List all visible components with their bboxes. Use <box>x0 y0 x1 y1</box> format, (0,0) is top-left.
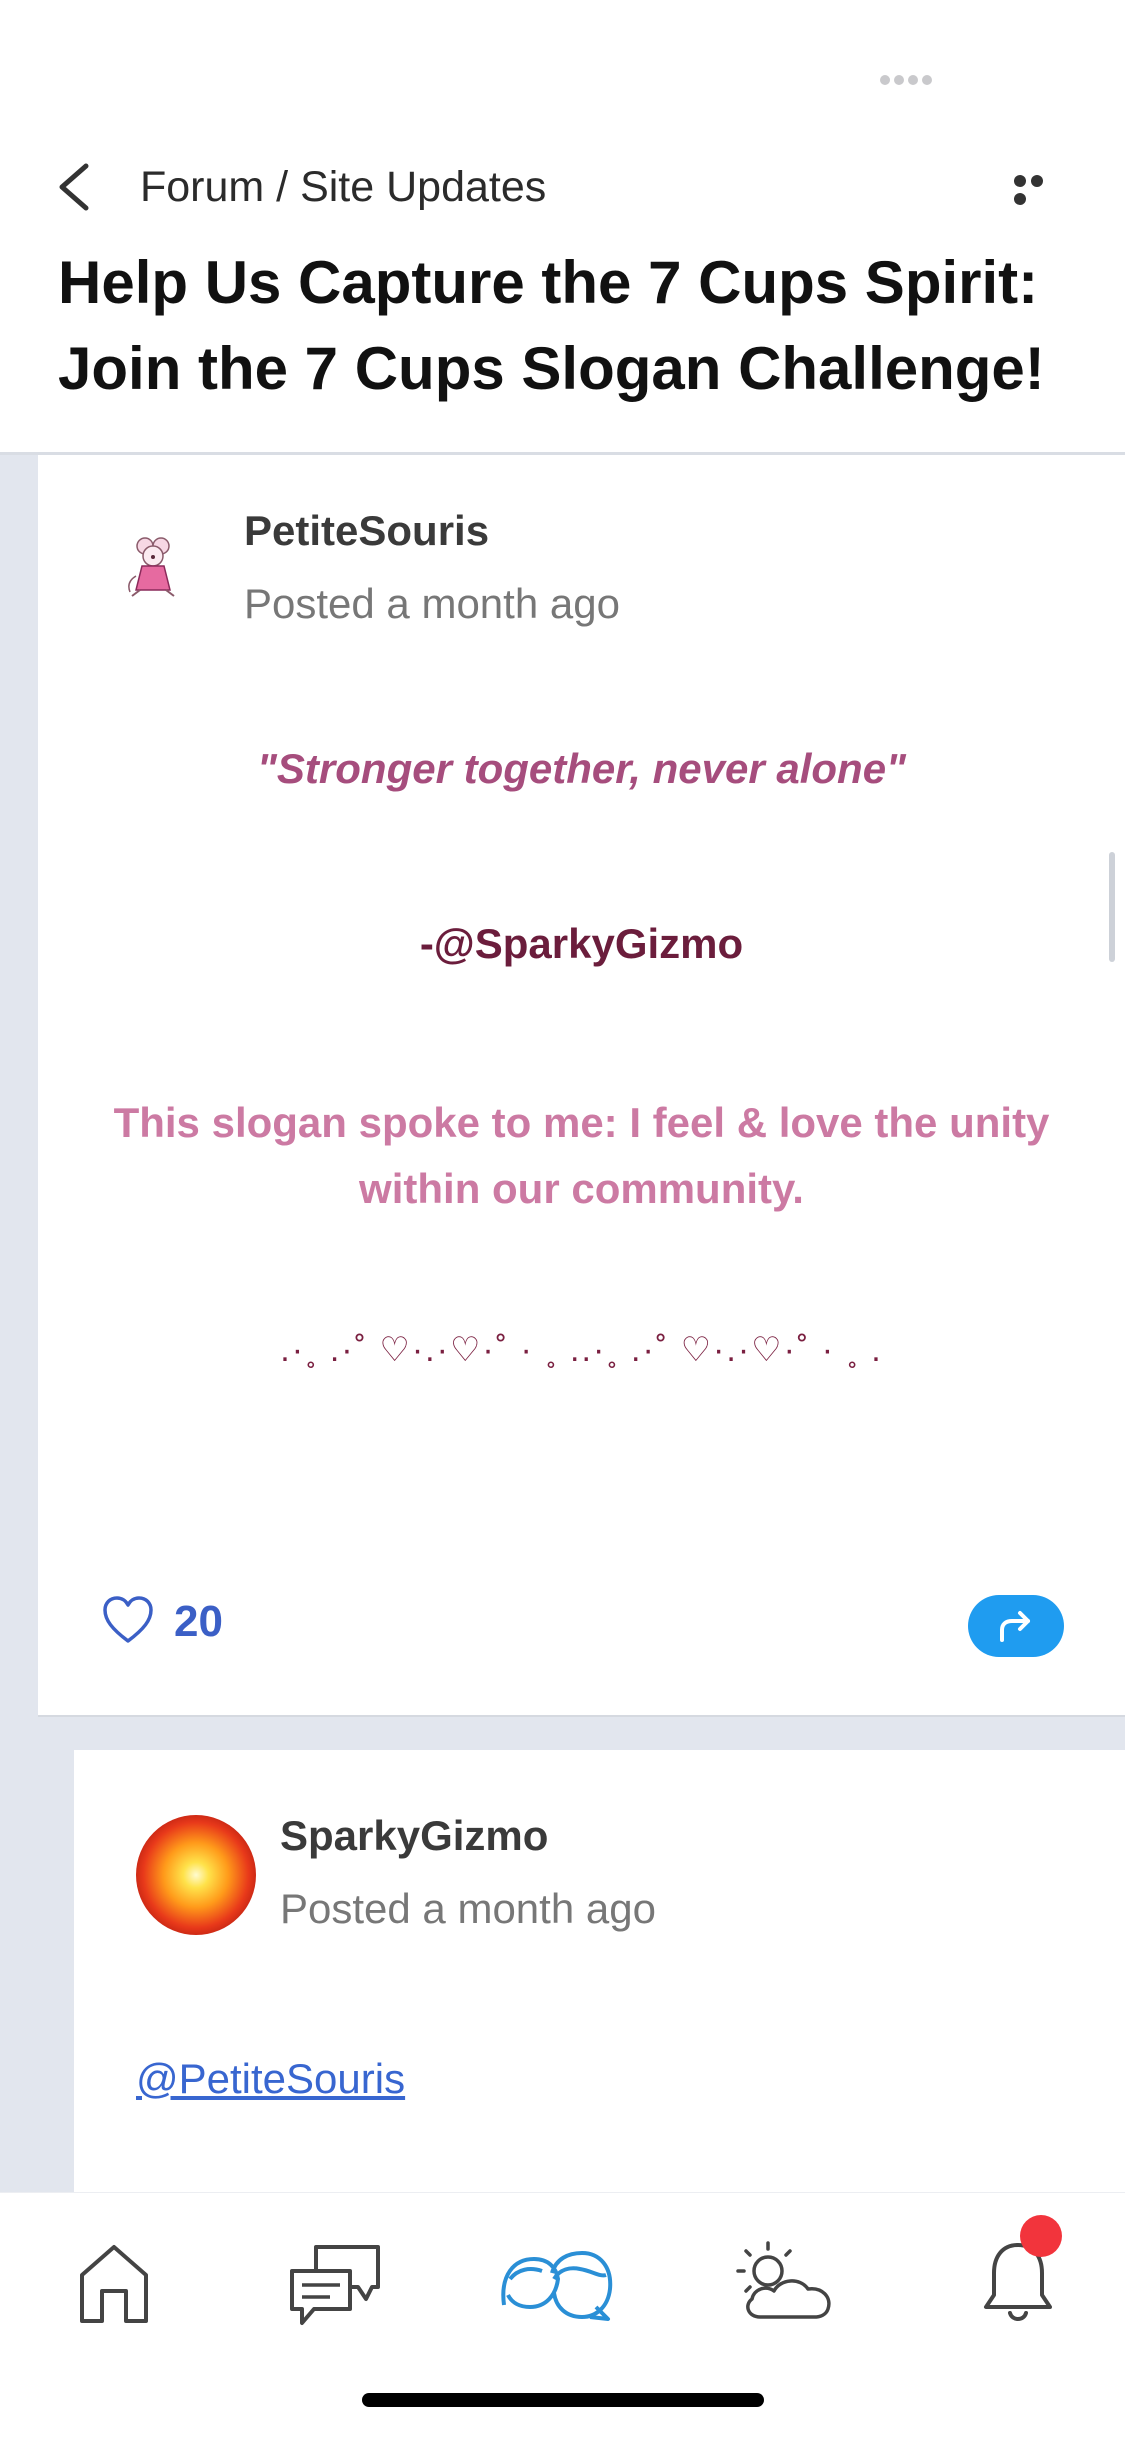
back-button[interactable] <box>52 160 96 214</box>
post-card: PetiteSouris Posted a month ago "Stronge… <box>38 455 1125 1717</box>
decorative-hearts: .·˳ .·˚ ♡·.·♡·˚ · ˳ ..·˳ .·˚ ♡·.·♡·˚ · ˳… <box>280 1331 883 1369</box>
slogan-text: "Stronger together, never alone" <box>257 745 906 792</box>
chevron-left-icon <box>59 163 89 211</box>
nav-home[interactable] <box>60 2233 170 2333</box>
mouse-avatar[interactable] <box>118 532 188 602</box>
post-body-text: This slogan spoke to me: I feel & love t… <box>113 1099 1050 1212</box>
share-button[interactable] <box>968 1595 1064 1657</box>
home-icon <box>80 2245 148 2323</box>
nav-community[interactable] <box>501 2233 613 2333</box>
signal-dots-icon <box>880 72 936 86</box>
author-name[interactable]: PetiteSouris <box>244 507 489 555</box>
chat-icon <box>290 2245 380 2325</box>
header: Forum / Site Updates Help Us Capture the… <box>0 0 1125 455</box>
slogan-credit: -@SparkyGizmo <box>419 920 744 967</box>
like-count: 20 <box>174 1597 223 1646</box>
reply-card: SparkyGizmo Posted a month ago @PetiteSo… <box>74 1750 1125 2200</box>
home-indicator[interactable] <box>362 2393 764 2407</box>
like-button[interactable]: 20 <box>102 1595 242 1655</box>
post-timestamp: Posted a month ago <box>244 580 620 627</box>
nav-chat[interactable] <box>282 2233 392 2333</box>
author-name[interactable]: SparkyGizmo <box>280 1812 548 1860</box>
breadcrumb[interactable]: Forum / Site Updates <box>140 160 546 214</box>
sun-cloud-icon <box>736 2241 831 2319</box>
post-timestamp: Posted a month ago <box>280 1885 656 1932</box>
page-title: Help Us Capture the 7 Cups Spirit: Join … <box>58 249 1045 402</box>
heart-icon <box>103 1596 153 1643</box>
more-options-button[interactable] <box>1014 172 1064 205</box>
share-arrow-icon <box>1000 1611 1030 1642</box>
nav-mood[interactable] <box>730 2233 840 2333</box>
mention-link[interactable]: @PetiteSouris <box>136 2055 405 2103</box>
scrollbar[interactable] <box>1109 852 1115 962</box>
notification-badge <box>1020 2215 1062 2257</box>
community-icon <box>501 2250 613 2321</box>
sparkle-avatar[interactable] <box>136 1815 256 1935</box>
